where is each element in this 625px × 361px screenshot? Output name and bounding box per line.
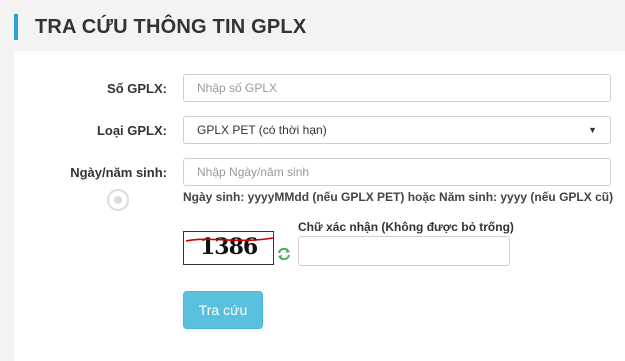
captcha-label: Chữ xác nhận (Không được bỏ trống): [298, 220, 514, 234]
caret-down-icon: ▼: [588, 125, 597, 135]
license-number-label: Số GPLX:: [107, 81, 167, 96]
header-accent-bar: [14, 14, 18, 40]
license-type-selected-value: GPLX PET (có thời hạn): [197, 123, 327, 137]
page-title: TRA CỨU THÔNG TIN GPLX: [35, 15, 307, 38]
birth-date-input[interactable]: [183, 158, 611, 186]
license-type-label: Loại GPLX:: [96, 123, 167, 138]
captcha-noise-line: [185, 237, 273, 242]
watermark-logo: [107, 189, 129, 211]
license-type-select[interactable]: GPLX PET (có thời hạn) ▼: [183, 116, 611, 144]
birth-date-label: Ngày/năm sinh:: [70, 165, 167, 180]
license-number-input[interactable]: [183, 74, 611, 102]
page-header: TRA CỨU THÔNG TIN GPLX: [14, 12, 306, 42]
captcha-input[interactable]: [298, 236, 510, 266]
captcha-image: 1386: [183, 231, 274, 265]
search-button[interactable]: Tra cứu: [183, 291, 263, 329]
birth-date-hint: Ngày sinh: yyyyMMdd (nếu GPLX PET) hoặc …: [183, 190, 614, 204]
refresh-icon[interactable]: [277, 247, 291, 261]
